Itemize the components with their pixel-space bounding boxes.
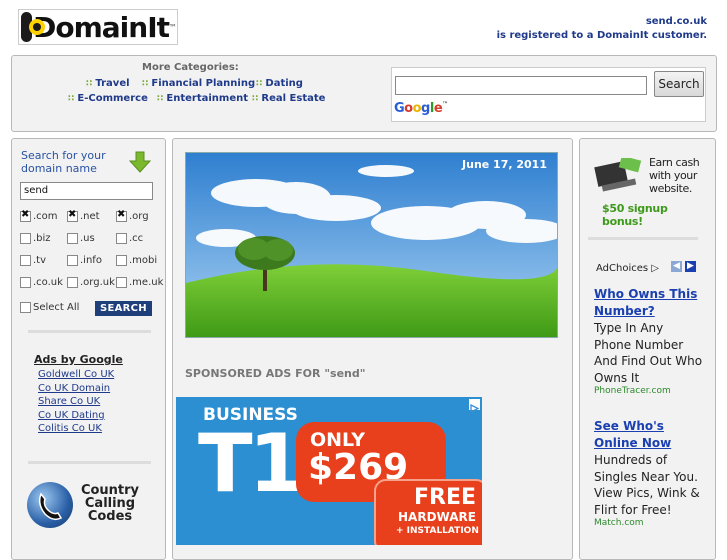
business-t1-banner-ad[interactable]: BUSINESS T1 ONLY $269 FREE HARDWARE + IN… xyxy=(176,397,482,545)
prev-ad-icon[interactable]: ◀ xyxy=(671,261,682,272)
category-entertainment[interactable]: Entertainment xyxy=(157,93,248,104)
tld-net[interactable]: .net xyxy=(67,209,100,222)
earn-cash-ad[interactable]: Earn cash with your website. $50 signup … xyxy=(592,152,702,228)
tld-org[interactable]: .org xyxy=(116,209,149,222)
ad-link-dating[interactable]: Co UK Dating xyxy=(38,410,105,421)
right-ad-text: Type In Any Phone Number And Find Out Wh… xyxy=(594,321,703,385)
tld-tv[interactable]: .tv xyxy=(20,255,46,266)
tld-biz[interactable]: .biz xyxy=(20,233,51,244)
logo-mark-icon xyxy=(21,12,46,42)
checkbox[interactable] xyxy=(116,277,127,288)
categories-title: More Categories: xyxy=(142,62,239,73)
adchoices-label[interactable]: AdChoices ▷ xyxy=(596,263,659,274)
tld-me-uk[interactable]: .me.uk xyxy=(116,277,163,288)
google-search-input[interactable] xyxy=(395,76,647,95)
logo-text: DomainIt xyxy=(33,10,170,44)
next-ad-icon[interactable]: ▶ xyxy=(685,261,696,272)
phone-globe-icon[interactable] xyxy=(27,482,73,528)
tld-org-uk[interactable]: .org.uk xyxy=(67,277,115,288)
checkbox[interactable] xyxy=(20,302,31,313)
laptop-money-icon xyxy=(594,158,642,192)
divider xyxy=(28,461,151,464)
checkbox[interactable] xyxy=(67,233,78,244)
adchoices-icon[interactable] xyxy=(469,399,480,414)
right-ad-1[interactable]: Who Owns This Number? Type In Any Phone … xyxy=(594,286,704,396)
domainit-logo[interactable]: DomainIt ™ xyxy=(18,9,178,45)
right-ad-2[interactable]: See Who's Online Now Hundreds of Singles… xyxy=(594,418,704,528)
right-ad-title[interactable]: See Who's Online Now xyxy=(594,418,704,452)
tld-co-uk[interactable]: .co.uk xyxy=(20,277,63,288)
hero-image: June 17, 2011 xyxy=(185,152,558,338)
checkbox[interactable] xyxy=(20,277,31,288)
checkbox[interactable] xyxy=(116,233,127,244)
right-ad-url[interactable]: PhoneTracer.com xyxy=(594,386,704,396)
hero-date: June 17, 2011 xyxy=(462,158,547,171)
registered-domain: send.co.uk xyxy=(645,16,707,27)
adchoices-icon: ▷ xyxy=(651,263,659,274)
checkbox[interactable] xyxy=(20,233,31,244)
domain-search-button[interactable]: SEARCH xyxy=(95,301,152,316)
category-real-estate[interactable]: Real Estate xyxy=(252,93,325,104)
right-ad-url[interactable]: Match.com xyxy=(594,518,704,528)
checkbox[interactable] xyxy=(20,209,31,222)
domain-search-title: Search for your domain name xyxy=(21,149,106,175)
tld-cc[interactable]: .cc xyxy=(116,233,143,244)
ad-link-goldwell[interactable]: Goldwell Co UK xyxy=(38,369,114,380)
registered-text: is registered to a DomainIt customer. xyxy=(496,30,707,41)
category-dating[interactable]: Dating xyxy=(256,78,303,89)
tld-us[interactable]: .us xyxy=(67,233,95,244)
arrow-down-icon xyxy=(129,151,151,173)
sponsored-ads-title: SPONSORED ADS FOR "send" xyxy=(185,367,366,380)
category-e-commerce[interactable]: E-Commerce xyxy=(68,93,147,104)
ad-link-colitis[interactable]: Colitis Co UK xyxy=(38,423,102,434)
category-travel[interactable]: Travel xyxy=(86,78,129,89)
checkbox[interactable] xyxy=(116,255,127,266)
google-logo: Google™ xyxy=(394,101,448,116)
checkbox[interactable] xyxy=(67,209,78,222)
ad-link-co-uk-domain[interactable]: Co UK Domain xyxy=(38,383,110,394)
checkbox[interactable] xyxy=(67,277,78,288)
right-ad-title[interactable]: Who Owns This Number? xyxy=(594,286,704,320)
google-search-button[interactable]: Search xyxy=(654,71,704,97)
category-financial-planning[interactable]: Financial Planning xyxy=(142,78,255,89)
checkbox[interactable] xyxy=(116,209,127,222)
divider xyxy=(28,330,151,333)
ad-link-share[interactable]: Share Co UK xyxy=(38,396,100,407)
select-all[interactable]: Select All xyxy=(20,302,79,313)
right-ad-text: Hundreds of Singles Near You. View Pics,… xyxy=(594,453,700,517)
domain-search-input[interactable]: send xyxy=(20,182,153,200)
divider xyxy=(588,237,698,240)
registration-notice: send.co.uk is registered to a DomainIt c… xyxy=(497,15,707,43)
tld-mobi[interactable]: .mobi xyxy=(116,255,157,266)
country-calling-codes[interactable]: Country Calling Codes xyxy=(75,484,145,523)
tld-info[interactable]: .info xyxy=(67,255,102,266)
checkbox[interactable] xyxy=(67,255,78,266)
ads-by-google-title[interactable]: Ads by Google xyxy=(34,353,123,366)
tld-com[interactable]: .com xyxy=(20,209,58,222)
checkbox[interactable] xyxy=(20,255,31,266)
